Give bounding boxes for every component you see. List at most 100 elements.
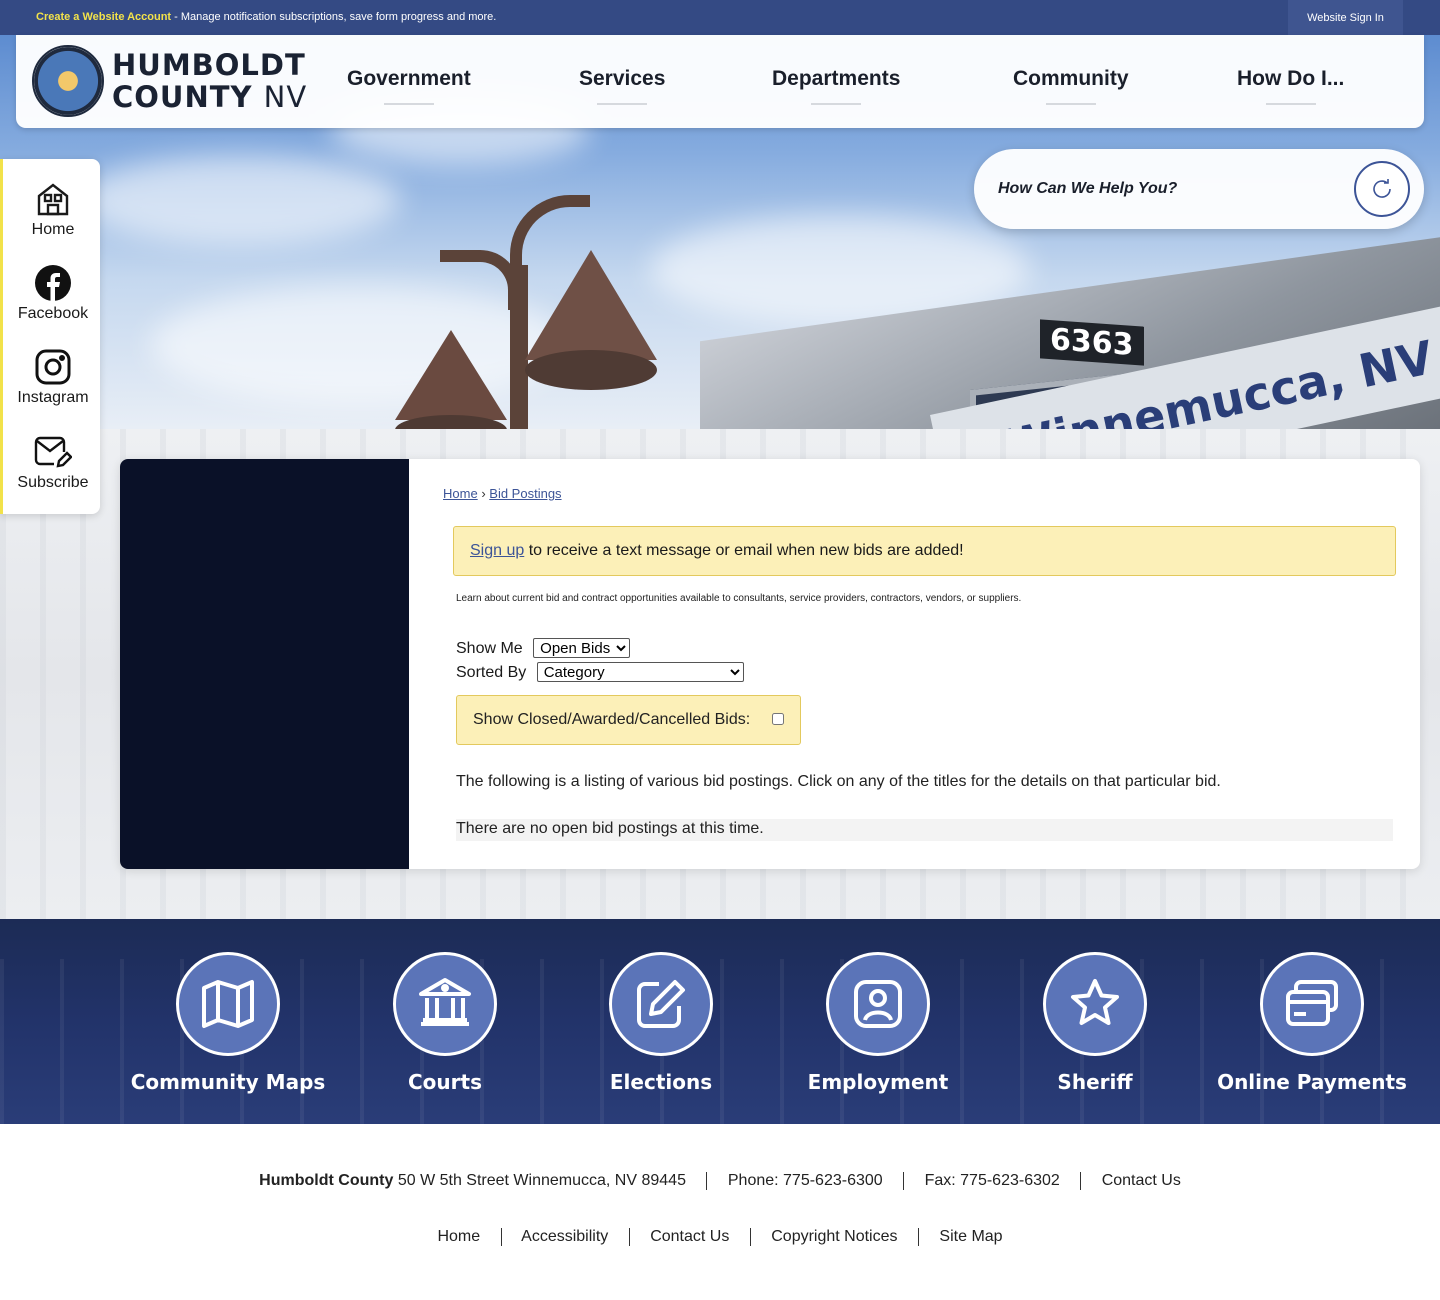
site-logo-text[interactable]: HUMBOLDT COUNTY NV — [112, 49, 307, 113]
footer-fax: Fax: 775-623-6302 — [924, 1172, 1060, 1190]
quick-links: Community Maps Courts Elections Employme… — [0, 919, 1440, 1124]
quick-link-label: Community Maps — [130, 1070, 326, 1094]
social-sidebar: Home Facebook Instagram Subscribe — [0, 159, 100, 514]
social-instagram-label: Instagram — [17, 389, 89, 406]
footer-link-site-map[interactable]: Site Map — [939, 1228, 1002, 1245]
county-seal-logo[interactable] — [32, 45, 104, 117]
nav-services[interactable]: Services — [579, 67, 665, 105]
nav-how-do-i[interactable]: How Do I... — [1237, 67, 1344, 105]
cloud — [80, 155, 400, 245]
quick-link-employment[interactable]: Employment — [770, 952, 986, 1094]
facebook-icon — [35, 265, 71, 301]
instagram-icon — [35, 349, 71, 385]
train-number: 6363 — [1040, 319, 1144, 366]
quick-link-community-maps[interactable]: Community Maps — [120, 952, 336, 1094]
quick-link-label: Sheriff — [1057, 1070, 1133, 1094]
sorted-by-label: Sorted By — [456, 664, 527, 681]
lamp-arm — [440, 250, 520, 310]
divider — [749, 1228, 751, 1246]
quick-link-label: Courts — [408, 1070, 482, 1094]
footer-link-home[interactable]: Home — [437, 1228, 480, 1245]
nav-community[interactable]: Community — [1013, 67, 1129, 105]
footer-org-name: Humboldt County — [259, 1172, 394, 1190]
intro-text: Learn about current bid and contract opp… — [456, 593, 1022, 604]
search-input[interactable] — [998, 173, 1338, 205]
sorted-by-filter: Sorted By Category — [456, 662, 744, 682]
sorted-by-select[interactable]: Category — [536, 662, 744, 682]
breadcrumb-home[interactable]: Home — [443, 486, 478, 501]
quick-link-circle — [176, 952, 280, 1056]
footer-phone[interactable]: Phone: 775-623-6300 — [728, 1172, 883, 1189]
social-home[interactable]: Home — [3, 181, 103, 239]
notify-alert: Sign up to receive a text message or ema… — [453, 526, 1396, 576]
quick-link-circle — [609, 952, 713, 1056]
divider — [1080, 1172, 1082, 1190]
social-facebook[interactable]: Facebook — [3, 265, 103, 323]
search-icon — [1373, 179, 1391, 198]
social-home-label: Home — [31, 221, 75, 238]
footer-link-accessibility[interactable]: Accessibility — [521, 1228, 608, 1245]
top-bar: Create a Website Account - Manage notifi… — [0, 0, 1440, 35]
sign-up-link[interactable]: Sign up — [470, 542, 524, 559]
footer-link-copyright[interactable]: Copyright Notices — [771, 1228, 897, 1245]
social-subscribe[interactable]: Subscribe — [3, 434, 103, 492]
show-me-filter: Show Me Open Bids — [456, 638, 631, 658]
divider — [706, 1172, 708, 1190]
nav-departments[interactable]: Departments — [772, 67, 900, 105]
logo-line-1: HUMBOLDT — [112, 48, 306, 82]
breadcrumb-separator: › — [481, 486, 486, 501]
account-promo: Create a Website Account - Manage notifi… — [36, 11, 496, 23]
quick-link-circle — [393, 952, 497, 1056]
lamp-shade — [395, 330, 507, 420]
social-facebook-label: Facebook — [17, 305, 89, 322]
show-closed-box: Show Closed/Awarded/Cancelled Bids: — [456, 695, 801, 745]
logo-line-2: COUNTY NV — [112, 80, 308, 114]
show-closed-checkbox[interactable] — [772, 713, 784, 725]
website-sign-in-button[interactable]: Website Sign In — [1288, 0, 1403, 35]
divider — [628, 1228, 630, 1246]
footer-address: 50 W 5th Street Winnemucca, NV 89445 — [393, 1172, 686, 1190]
divider — [903, 1172, 905, 1190]
site-header: HUMBOLDT COUNTY NV Government Services D… — [16, 35, 1424, 128]
quick-link-online-payments[interactable]: Online Payments — [1204, 952, 1420, 1094]
content-card: Home › Bid Postings Sign up to receive a… — [120, 459, 1420, 869]
breadcrumb: Home › Bid Postings — [443, 486, 562, 501]
quick-link-label: Elections — [609, 1070, 713, 1094]
quick-link-sheriff[interactable]: Sheriff — [987, 952, 1203, 1094]
map-icon — [202, 980, 254, 1028]
home-icon — [37, 183, 69, 216]
lamp-base — [525, 350, 657, 390]
footer-link-contact-us[interactable]: Contact Us — [650, 1228, 729, 1245]
side-panel — [120, 459, 409, 869]
credit-card-icon — [1286, 980, 1338, 1026]
quick-link-label: Employment — [807, 1070, 949, 1094]
star-icon — [1071, 979, 1119, 1025]
courthouse-icon — [419, 978, 471, 1026]
show-closed-label: Show Closed/Awarded/Cancelled Bids: — [473, 711, 751, 728]
breadcrumb-bid-postings[interactable]: Bid Postings — [489, 486, 561, 501]
edit-icon — [637, 980, 685, 1028]
quick-link-courts[interactable]: Courts — [337, 952, 553, 1094]
alert-text: to receive a text message or email when … — [524, 542, 964, 559]
quick-link-circle — [1043, 952, 1147, 1056]
subscribe-icon — [34, 436, 72, 468]
site-search — [974, 149, 1424, 229]
no-bids-message: There are no open bid postings at this t… — [456, 819, 1393, 841]
quick-link-elections[interactable]: Elections — [553, 952, 769, 1094]
quick-link-label: Online Payments — [1217, 1070, 1407, 1094]
nav-government[interactable]: Government — [347, 67, 471, 105]
listing-description: The following is a listing of various bi… — [456, 773, 1221, 790]
create-account-link[interactable]: Create a Website Account — [36, 11, 171, 23]
divider — [917, 1228, 919, 1246]
footer-links: Home Accessibility Contact Us Copyright … — [0, 1228, 1440, 1246]
footer-contact: Humboldt County 50 W 5th Street Winnemuc… — [0, 1172, 1440, 1190]
social-subscribe-label: Subscribe — [17, 474, 89, 491]
search-button[interactable] — [1354, 161, 1410, 217]
social-instagram[interactable]: Instagram — [3, 349, 103, 407]
quick-link-circle — [1260, 952, 1364, 1056]
footer-contact-us-link[interactable]: Contact Us — [1102, 1172, 1181, 1189]
lamp-shade — [525, 250, 657, 360]
promo-text: - Manage notification subscriptions, sav… — [171, 11, 497, 23]
divider — [500, 1228, 502, 1246]
show-me-select[interactable]: Open Bids — [533, 638, 631, 658]
